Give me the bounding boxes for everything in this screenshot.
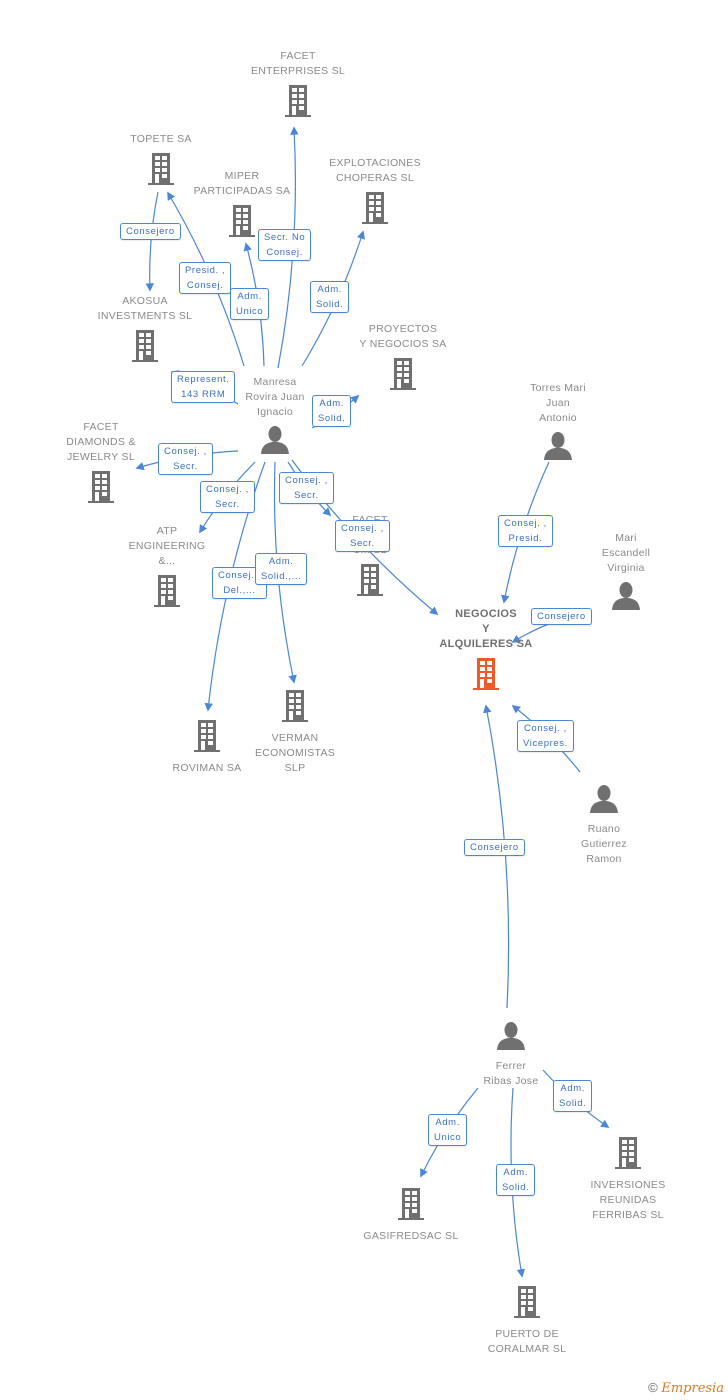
building-icon [513,1286,541,1323]
role-label[interactable]: Consejero [120,223,181,240]
role-label[interactable]: Consejero [464,839,525,856]
node-label: PUERTO DE CORALMAR SL [487,1328,567,1355]
node-label: Ruano Gutierrez Ramon [581,823,627,865]
building-icon [147,153,175,190]
building-icon [131,330,159,367]
node-inversiones[interactable]: INVERSIONES REUNIDAS FERRIBAS SL [563,1137,693,1223]
node-label: PROYECTOS Y NEGOCIOS SA [359,323,447,350]
building-icon [389,358,417,395]
role-label[interactable]: Consej. , Secr. [158,443,213,475]
role-label[interactable]: Consej. , Secr. [335,520,390,552]
node-verman[interactable]: VERMAN ECONOMISTAS SLP [230,690,360,776]
role-label[interactable]: Adm. Unico [230,288,270,320]
building-icon [193,720,221,757]
node-mari[interactable]: Mari Escandell Virginia [561,531,691,615]
building-icon [228,205,256,242]
copyright-icon: © [648,1380,658,1395]
node-label: AKOSUA INVESTMENTS SL [97,295,193,322]
node-label: Mari Escandell Virginia [601,532,651,574]
role-label[interactable]: Adm. Solid. [310,281,350,313]
node-puerto[interactable]: PUERTO DE CORALMAR SL [462,1286,592,1357]
role-label[interactable]: Consejero [531,608,592,625]
role-label[interactable]: Adm. Solid. [312,395,352,427]
role-label[interactable]: Presid. , Consej. [179,262,232,294]
role-label[interactable]: Represent. 143 RRM [171,371,236,403]
node-label: Torres Mari Juan Antonio [530,382,586,424]
role-label[interactable]: Consej. , Vicepres. [517,720,574,752]
node-proyectos[interactable]: PROYECTOS Y NEGOCIOS SA [338,322,468,395]
node-torres[interactable]: Torres Mari Juan Antonio [493,381,623,465]
node-facet-enterprises[interactable]: FACET ENTERPRISES SL [233,49,363,122]
building-icon [614,1137,642,1174]
person-icon [496,1022,526,1055]
role-label[interactable]: Adm. Solid. [496,1164,536,1196]
node-ferrer[interactable]: Ferrer Ribas Jose [446,1022,576,1089]
person-icon [611,582,641,615]
building-icon [281,690,309,727]
node-gasifredsac[interactable]: GASIFREDSAC SL [346,1188,476,1244]
node-label: FACET ENTERPRISES SL [250,50,346,77]
node-label: ATP ENGINEERING &... [128,525,206,567]
brand-logo: Empresia [661,1381,724,1396]
node-akosua[interactable]: AKOSUA INVESTMENTS SL [80,294,210,367]
role-label[interactable]: Consej. , Secr. [200,481,255,513]
node-label: FACET DIAMONDS & JEWELRY SL [66,421,136,463]
building-icon [397,1188,425,1225]
node-label: INVERSIONES REUNIDAS FERRIBAS SL [590,1179,666,1221]
edge-topete-to-akosua [145,191,159,292]
node-label: VERMAN ECONOMISTAS SLP [254,732,336,774]
person-icon [589,785,619,818]
role-label[interactable]: Consej. , Presid. [498,515,553,547]
edge-ferrer-to-negocios [483,704,510,1009]
person-icon [260,426,290,459]
building-icon [284,85,312,122]
node-facet-diamonds[interactable]: FACET DIAMONDS & JEWELRY SL [36,420,166,508]
node-ruano[interactable]: Ruano Gutierrez Ramon [539,785,669,867]
node-label: TOPETE SA [130,133,192,145]
role-label[interactable]: Consej. , Secr. [279,472,334,504]
building-icon [153,575,181,612]
node-label: EXPLOTACIONES CHOPERAS SL [329,157,421,184]
person-icon [543,432,573,465]
building-icon [356,564,384,601]
building-icon [361,192,389,229]
building-icon [472,658,500,695]
role-label[interactable]: Adm. Solid. [553,1080,593,1112]
node-label: GASIFREDSAC SL [363,1230,459,1242]
role-label[interactable]: Adm. Solid.,... [255,553,308,585]
node-label: MIPER PARTICIPADAS SA [193,170,291,197]
role-label[interactable]: Adm. Unico [428,1114,468,1146]
node-explotaciones[interactable]: EXPLOTACIONES CHOPERAS SL [310,156,440,229]
footer-brand[interactable]: © Empresia [648,1380,724,1396]
role-label[interactable]: Secr. No Consej. [258,229,312,261]
building-icon [87,471,115,508]
